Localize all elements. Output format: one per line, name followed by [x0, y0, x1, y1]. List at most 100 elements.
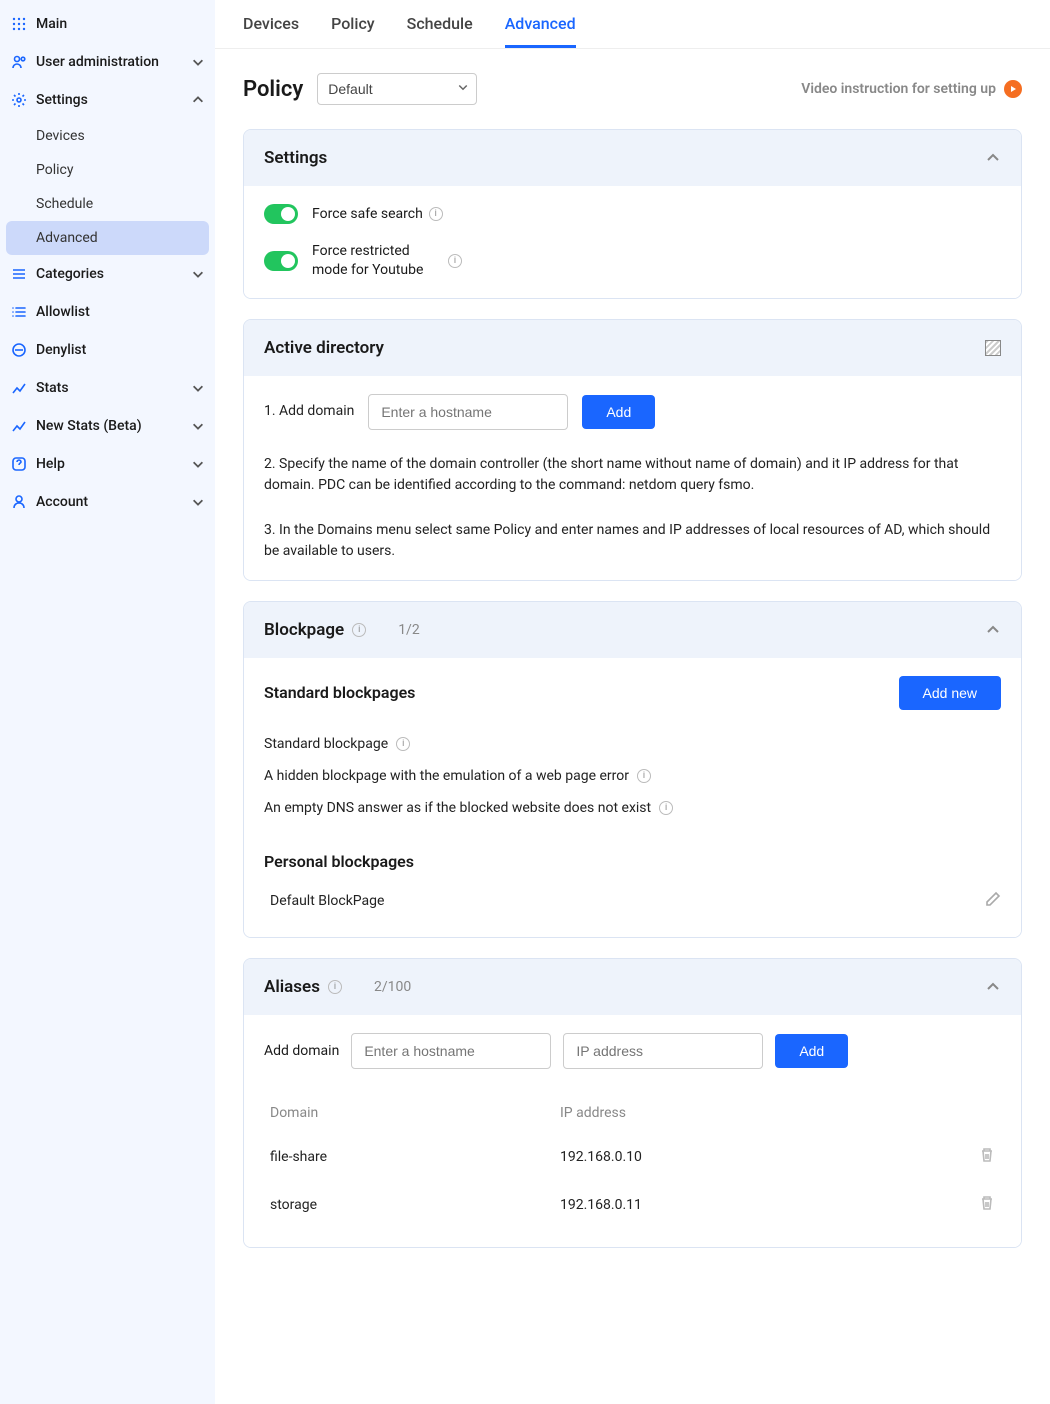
- play-icon: [1004, 80, 1022, 98]
- policy-select[interactable]: Default: [317, 73, 477, 105]
- chevron-up-icon: [985, 979, 1001, 995]
- sidebar-item-label: Settings: [36, 92, 191, 108]
- ad-step2-text: 2. Specify the name of the domain contro…: [264, 454, 1001, 496]
- sidebar-sub-devices[interactable]: Devices: [0, 119, 215, 153]
- users-icon: [10, 53, 28, 71]
- toggle-youtube-restricted[interactable]: [264, 251, 298, 271]
- alias-row: storage 192.168.0.11: [264, 1181, 1001, 1229]
- alias-ip: 192.168.0.11: [560, 1197, 965, 1213]
- help-icon: [10, 455, 28, 473]
- blockpage-row-label: Standard blockpage: [264, 736, 388, 752]
- alias-head-ip: IP address: [560, 1105, 965, 1121]
- blockpage-count: 1/2: [398, 622, 420, 638]
- sidebar-item-label: Stats: [36, 380, 191, 396]
- chevron-down-icon: [191, 55, 205, 69]
- alias-head-domain: Domain: [270, 1105, 560, 1121]
- trash-icon[interactable]: [965, 1147, 995, 1167]
- alias-domain: file-share: [270, 1149, 560, 1165]
- panel-title: Active directory: [264, 338, 384, 358]
- sidebar-item-label: User administration: [36, 54, 191, 70]
- menu-icon: [10, 265, 28, 283]
- chevron-down-icon: [191, 381, 205, 395]
- alias-ip-input[interactable]: [563, 1033, 763, 1069]
- panel-settings: Settings Force safe search i Force restri…: [243, 129, 1022, 299]
- tabbar: Devices Policy Schedule Advanced: [215, 0, 1050, 49]
- toggle-label: Force restricted mode for Youtube: [312, 242, 442, 280]
- tab-schedule[interactable]: Schedule: [407, 0, 473, 48]
- toggle-label: Force safe search: [312, 205, 423, 224]
- sidebar-item-categories[interactable]: Categories: [0, 255, 215, 293]
- sidebar-item-label: Account: [36, 494, 191, 510]
- info-icon[interactable]: i: [659, 801, 673, 815]
- video-link-label: Video instruction for setting up: [801, 81, 996, 97]
- sidebar-item-new-stats[interactable]: New Stats (Beta): [0, 407, 215, 445]
- sidebar-item-label: New Stats (Beta): [36, 418, 191, 434]
- info-icon[interactable]: i: [429, 207, 443, 221]
- add-new-blockpage-button[interactable]: Add new: [899, 676, 1001, 710]
- toggle-safe-search[interactable]: [264, 204, 298, 224]
- panel-aliases-header[interactable]: Aliases i 2/100: [244, 959, 1021, 1015]
- deny-icon: [10, 341, 28, 359]
- collapse-icon: [985, 340, 1001, 356]
- info-icon[interactable]: i: [352, 623, 366, 637]
- chart-icon: [10, 379, 28, 397]
- info-icon[interactable]: i: [396, 737, 410, 751]
- ad-step1-label: 1. Add domain: [264, 401, 354, 422]
- chevron-down-icon: [191, 495, 205, 509]
- alias-ip: 192.168.0.10: [560, 1149, 965, 1165]
- sidebar-item-settings[interactable]: Settings: [0, 81, 215, 119]
- ad-step3-text: 3. In the Domains menu select same Polic…: [264, 520, 1001, 562]
- chevron-down-icon: [191, 267, 205, 281]
- sidebar-item-stats[interactable]: Stats: [0, 369, 215, 407]
- pencil-icon[interactable]: [985, 891, 1001, 911]
- sidebar-item-label: Categories: [36, 266, 191, 282]
- ad-domain-input[interactable]: [368, 394, 568, 430]
- alias-domain: storage: [270, 1197, 560, 1213]
- chart-icon: [10, 417, 28, 435]
- sidebar-item-account[interactable]: Account: [0, 483, 215, 521]
- user-icon: [10, 493, 28, 511]
- panel-active-directory: Active directory 1. Add domain Add 2. Sp…: [243, 319, 1022, 581]
- trash-icon[interactable]: [965, 1195, 995, 1215]
- sidebar-item-help[interactable]: Help: [0, 445, 215, 483]
- alias-count: 2/100: [374, 979, 411, 995]
- panel-blockpage-header[interactable]: Blockpage i 1/2: [244, 602, 1021, 658]
- tab-devices[interactable]: Devices: [243, 0, 299, 48]
- tab-advanced[interactable]: Advanced: [505, 0, 576, 48]
- info-icon[interactable]: i: [637, 769, 651, 783]
- info-icon[interactable]: i: [448, 254, 462, 268]
- sidebar-item-denylist[interactable]: Denylist: [0, 331, 215, 369]
- sidebar-item-user-admin[interactable]: User administration: [0, 43, 215, 81]
- alias-add-label: Add domain: [264, 1043, 339, 1059]
- sidebar-item-label: Main: [36, 16, 205, 32]
- panel-aliases: Aliases i 2/100 Add domain Add Domain IP…: [243, 958, 1022, 1248]
- panel-title: Aliases: [264, 977, 320, 997]
- panel-settings-header[interactable]: Settings: [244, 130, 1021, 186]
- sidebar-item-allowlist[interactable]: Allowlist: [0, 293, 215, 331]
- sidebar-sub-policy[interactable]: Policy: [0, 153, 215, 187]
- sidebar-item-label: Help: [36, 456, 191, 472]
- sidebar-sub-schedule[interactable]: Schedule: [0, 187, 215, 221]
- main-content: Devices Policy Schedule Advanced Policy …: [215, 0, 1050, 1404]
- sidebar-item-label: Allowlist: [36, 304, 205, 320]
- grid-icon: [10, 15, 28, 33]
- gear-icon: [10, 91, 28, 109]
- video-instruction-link[interactable]: Video instruction for setting up: [801, 80, 1022, 98]
- chevron-down-icon: [191, 457, 205, 471]
- blockpage-row-label: An empty DNS answer as if the blocked we…: [264, 800, 651, 816]
- alias-hostname-input[interactable]: [351, 1033, 551, 1069]
- panel-ad-header[interactable]: Active directory: [244, 320, 1021, 376]
- tab-policy[interactable]: Policy: [331, 0, 375, 48]
- ad-add-button[interactable]: Add: [582, 395, 655, 429]
- sidebar: Main User administration Settings Device…: [0, 0, 215, 1404]
- info-icon[interactable]: i: [328, 980, 342, 994]
- policy-label: Policy: [243, 77, 303, 102]
- sidebar-sub-advanced[interactable]: Advanced: [6, 221, 209, 255]
- sidebar-item-main[interactable]: Main: [0, 5, 215, 43]
- panel-blockpage: Blockpage i 1/2 Standard blockpages Add …: [243, 601, 1022, 938]
- alias-add-button[interactable]: Add: [775, 1034, 848, 1068]
- blockpage-row-label: A hidden blockpage with the emulation of…: [264, 768, 629, 784]
- alias-row: file-share 192.168.0.10: [264, 1133, 1001, 1181]
- panel-title: Blockpage: [264, 620, 344, 640]
- standard-blockpages-header: Standard blockpages: [264, 683, 415, 702]
